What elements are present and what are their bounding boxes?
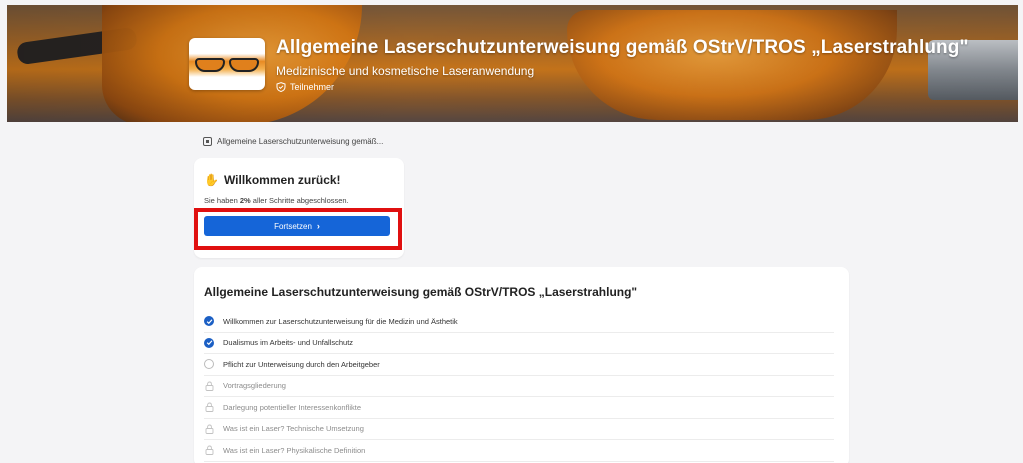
step-label: Pflicht zur Unterweisung durch den Arbei… [223,359,380,369]
progress-value: 2% [239,196,251,205]
step-item[interactable]: Willkommen zur Laserschutzunterweisung f… [204,311,834,333]
step-label: Darlegung potentieller Interessenkonflik… [223,402,361,412]
course-outline-card: Allgemeine Laserschutzunterweisung gemäß… [194,267,849,463]
progress-prefix: Sie haben [204,196,240,205]
step-label: Dualismus im Arbeits- und Unfallschutz [223,338,354,348]
check-circle-icon [204,316,214,327]
breadcrumb[interactable]: Allgemeine Laserschutzunterweisung gemäß… [203,137,383,146]
step-label: Vortragsgliederung [223,381,286,391]
role-badge: Teilnehmer [276,82,334,92]
step-label: Was ist ein Laser? Technische Umsetzung [223,424,364,434]
lock-icon [204,424,214,434]
role-label: Teilnehmer [290,82,335,92]
check-circle-icon [204,337,214,348]
thumbnail-glasses-right [229,58,259,72]
chevron-right-icon: › [316,221,320,231]
course-title: Allgemeine Laserschutzunterweisung gemäß… [276,37,969,58]
welcome-title: Willkommen zurück! [223,173,341,187]
step-item[interactable]: Dualismus im Arbeits- und Unfallschutz [204,333,834,354]
course-icon [203,137,212,146]
lock-icon [204,381,214,391]
progress-text: Sie haben 2% aller Schritte abgeschlosse… [204,196,349,205]
waving-hand-icon: ✋ [204,173,219,187]
lock-icon [204,445,214,456]
breadcrumb-label[interactable]: Allgemeine Laserschutzunterweisung gemäß… [217,137,383,146]
lock-icon [204,402,214,413]
step-list: Willkommen zur Laserschutzunterweisung f… [204,311,834,462]
progress-suffix: aller Schritte abgeschlossen. [250,196,349,205]
step-label: Was ist ein Laser? Physikalische Definit… [223,445,366,455]
thumbnail-glasses-left [195,58,225,72]
highlight-box: Fortsetzen › [194,208,402,250]
course-subtitle: Medizinische und kosmetische Laseranwend… [276,64,535,78]
course-outline-title: Allgemeine Laserschutzunterweisung gemäß… [204,285,638,299]
course-thumbnail [189,38,265,90]
step-item: Was ist ein Laser? Physikalische Definit… [204,440,834,462]
shield-check-icon [276,82,286,92]
step-item: Was ist ein Laser? Technische Umsetzung [204,419,834,440]
step-item: Vortragsgliederung [204,376,834,397]
step-label: Willkommen zur Laserschutzunterweisung f… [223,316,458,326]
step-item: Darlegung potentieller Interessenkonflik… [204,397,834,419]
empty-circle-icon [204,359,214,370]
step-item[interactable]: Pflicht zur Unterweisung durch den Arbei… [204,354,834,376]
continue-label: Fortsetzen [274,221,312,231]
continue-button[interactable]: Fortsetzen › [204,216,390,236]
welcome-title-row: ✋ Willkommen zurück! [204,173,341,187]
